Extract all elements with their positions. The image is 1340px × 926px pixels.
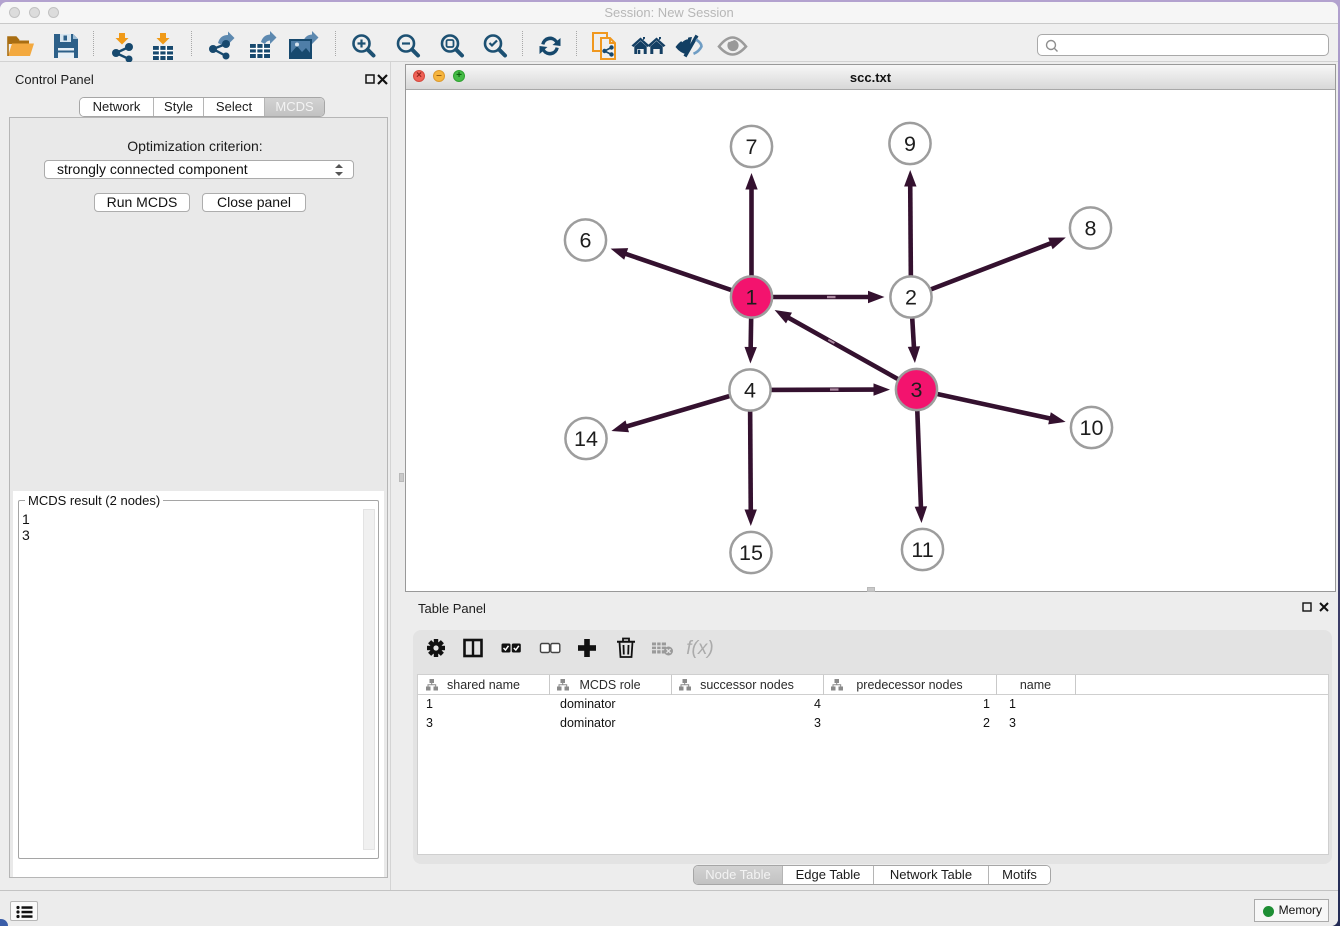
svg-text:10: 10 xyxy=(1080,416,1104,440)
svg-text:7: 7 xyxy=(746,135,758,159)
svg-text:14: 14 xyxy=(574,427,598,451)
svg-text:6: 6 xyxy=(580,229,592,253)
svg-text:8: 8 xyxy=(1085,217,1097,241)
svg-text:9: 9 xyxy=(904,132,916,156)
svg-text:11: 11 xyxy=(911,538,933,562)
svg-text:3: 3 xyxy=(911,378,923,402)
svg-text:2: 2 xyxy=(905,286,917,310)
svg-text:15: 15 xyxy=(739,541,763,565)
svg-text:1: 1 xyxy=(746,286,758,310)
svg-text:4: 4 xyxy=(744,379,756,403)
svg-text:f(x): f(x) xyxy=(686,638,713,659)
